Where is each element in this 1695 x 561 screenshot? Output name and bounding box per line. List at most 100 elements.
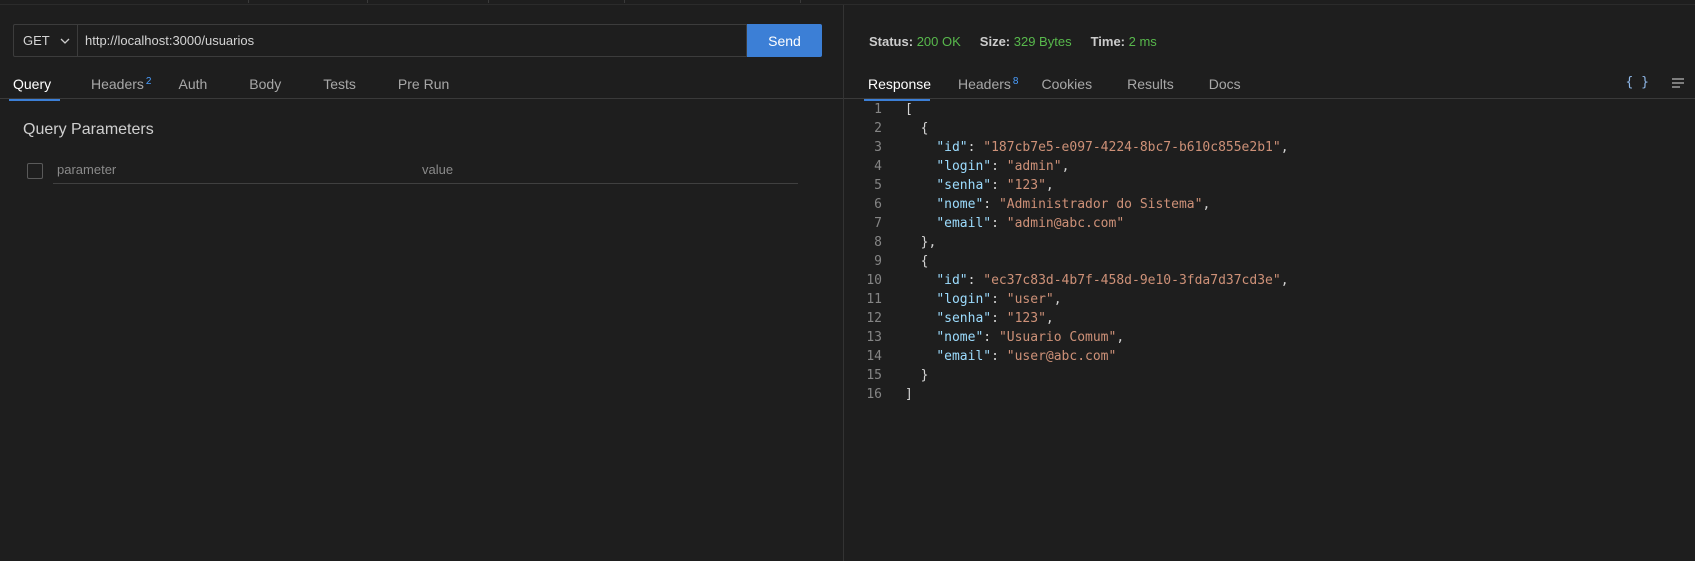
status-value: 200 OK: [916, 34, 961, 49]
tab-label: Response: [868, 76, 932, 92]
tab-label: Query: [13, 76, 52, 92]
code-text: ]: [905, 387, 913, 402]
code-line: 12 "senha": "123",: [844, 309, 1695, 328]
response-status-bar: Status: 200 OK Size: 329 Bytes Time: 2 m…: [869, 34, 1176, 49]
line-number: 4: [874, 159, 882, 174]
tab-label: Cookies: [1041, 76, 1093, 92]
headers-count-badge: 8: [1012, 76, 1019, 87]
tab-body[interactable]: Body: [245, 75, 285, 99]
line-number: 3: [874, 140, 882, 155]
tab-label: Auth: [178, 76, 208, 92]
method-label: GET: [23, 33, 50, 48]
tab-results[interactable]: Results: [1123, 75, 1178, 99]
tab-label: Tests: [323, 76, 356, 92]
line-number: 9: [874, 254, 882, 269]
line-number: 12: [866, 311, 882, 326]
tab-label: Docs: [1208, 76, 1241, 92]
tabs-divider: [0, 98, 843, 99]
code-text: "nome": "Usuario Comum",: [936, 330, 1125, 345]
line-number: 13: [866, 330, 882, 345]
line-number: 11: [866, 292, 882, 307]
tab-label: Pre Run: [397, 76, 450, 92]
size-value: 329 Bytes: [1013, 34, 1072, 49]
code-text: "id": "187cb7e5-e097-4224-8bc7-b610c855e…: [936, 140, 1289, 155]
request-tabs: Query Headers 2 Auth Body Tests Pre Run: [9, 75, 453, 101]
request-panel: GET http://localhost:3000/usuarios Send …: [0, 0, 843, 561]
code-text: "id": "ec37c83d-4b7f-458d-9e10-3fda7d37c…: [936, 273, 1289, 288]
wrap-lines-icon[interactable]: [1671, 77, 1685, 89]
code-line: 3 "id": "187cb7e5-e097-4224-8bc7-b610c85…: [844, 138, 1695, 157]
code-text: "senha": "123",: [936, 178, 1054, 193]
time-label: Time:: [1090, 34, 1126, 49]
code-line: 15 }: [844, 366, 1695, 385]
method-select[interactable]: GET: [13, 24, 77, 57]
response-body-viewer[interactable]: 1[2 {3 "id": "187cb7e5-e097-4224-8bc7-b6…: [844, 100, 1695, 404]
braces-icon[interactable]: { }: [1626, 75, 1649, 90]
code-line: 5 "senha": "123",: [844, 176, 1695, 195]
response-toolbar: { }: [1626, 75, 1685, 90]
code-line: 7 "email": "admin@abc.com": [844, 214, 1695, 233]
code-line: 9 {: [844, 252, 1695, 271]
tab-docs[interactable]: Docs: [1205, 75, 1245, 99]
response-tabs: Response Headers 8 Cookies Results Docs: [864, 75, 1245, 101]
code-line: 8 },: [844, 233, 1695, 252]
send-button[interactable]: Send: [747, 24, 822, 57]
code-line: 2 {: [844, 119, 1695, 138]
tab-response[interactable]: Response: [864, 75, 932, 101]
code-text: [: [905, 102, 913, 117]
code-line: 1[: [844, 100, 1695, 119]
url-bar: GET http://localhost:3000/usuarios Send: [13, 24, 822, 57]
tab-response-headers[interactable]: Headers 8: [954, 75, 1022, 99]
code-line: 10 "id": "ec37c83d-4b7f-458d-9e10-3fda7d…: [844, 271, 1695, 290]
line-number: 6: [874, 197, 882, 212]
line-number: 1: [874, 102, 882, 117]
line-number: 14: [866, 349, 882, 364]
code-text: {: [905, 254, 929, 269]
tab-auth[interactable]: Auth: [174, 75, 211, 99]
time-value: 2 ms: [1128, 34, 1157, 49]
tab-label: Headers: [91, 76, 144, 92]
tab-label: Headers: [958, 76, 1011, 92]
code-text: "login": "admin",: [936, 159, 1070, 174]
code-line: 6 "nome": "Administrador do Sistema",: [844, 195, 1695, 214]
code-line: 13 "nome": "Usuario Comum",: [844, 328, 1695, 347]
status-label: Status:: [869, 34, 914, 49]
url-input[interactable]: http://localhost:3000/usuarios: [77, 24, 747, 57]
size-info: Size: 329 Bytes: [980, 34, 1072, 49]
query-param-row: parameter value: [27, 162, 798, 186]
chevron-down-icon: [60, 38, 70, 44]
query-parameters-title: Query Parameters: [23, 121, 154, 138]
param-name-input[interactable]: parameter: [53, 162, 433, 184]
code-line: 14 "email": "user@abc.com": [844, 347, 1695, 366]
line-number: 15: [866, 368, 882, 383]
line-number: 16: [866, 387, 882, 402]
headers-count-badge: 2: [145, 76, 152, 87]
size-label: Size:: [979, 34, 1011, 49]
code-text: "email": "admin@abc.com": [936, 216, 1125, 231]
time-info: Time: 2 ms: [1091, 34, 1157, 49]
code-line: 4 "login": "admin",: [844, 157, 1695, 176]
code-text: "nome": "Administrador do Sistema",: [936, 197, 1211, 212]
tabs-divider: [844, 98, 1695, 99]
tab-label: Results: [1127, 76, 1174, 92]
tab-cookies[interactable]: Cookies: [1037, 75, 1096, 99]
code-text: "senha": "123",: [936, 311, 1054, 326]
line-number: 8: [874, 235, 882, 250]
tab-headers[interactable]: Headers 2: [87, 75, 155, 99]
line-number: 10: [866, 273, 882, 288]
code-text: {: [905, 121, 929, 136]
line-number: 7: [874, 216, 882, 231]
code-text: "email": "user@abc.com": [936, 349, 1117, 364]
code-text: "login": "user",: [936, 292, 1062, 307]
code-text: },: [905, 235, 937, 250]
code-text: }: [905, 368, 929, 383]
param-value-input[interactable]: value: [418, 162, 798, 184]
code-line: 11 "login": "user",: [844, 290, 1695, 309]
tab-pre-run[interactable]: Pre Run: [394, 75, 453, 99]
tab-tests[interactable]: Tests: [319, 75, 360, 99]
param-enable-checkbox[interactable]: [27, 163, 43, 179]
line-number: 2: [874, 121, 882, 136]
tab-query[interactable]: Query: [9, 75, 60, 101]
response-panel: Status: 200 OK Size: 329 Bytes Time: 2 m…: [844, 0, 1695, 561]
line-number: 5: [874, 178, 882, 193]
